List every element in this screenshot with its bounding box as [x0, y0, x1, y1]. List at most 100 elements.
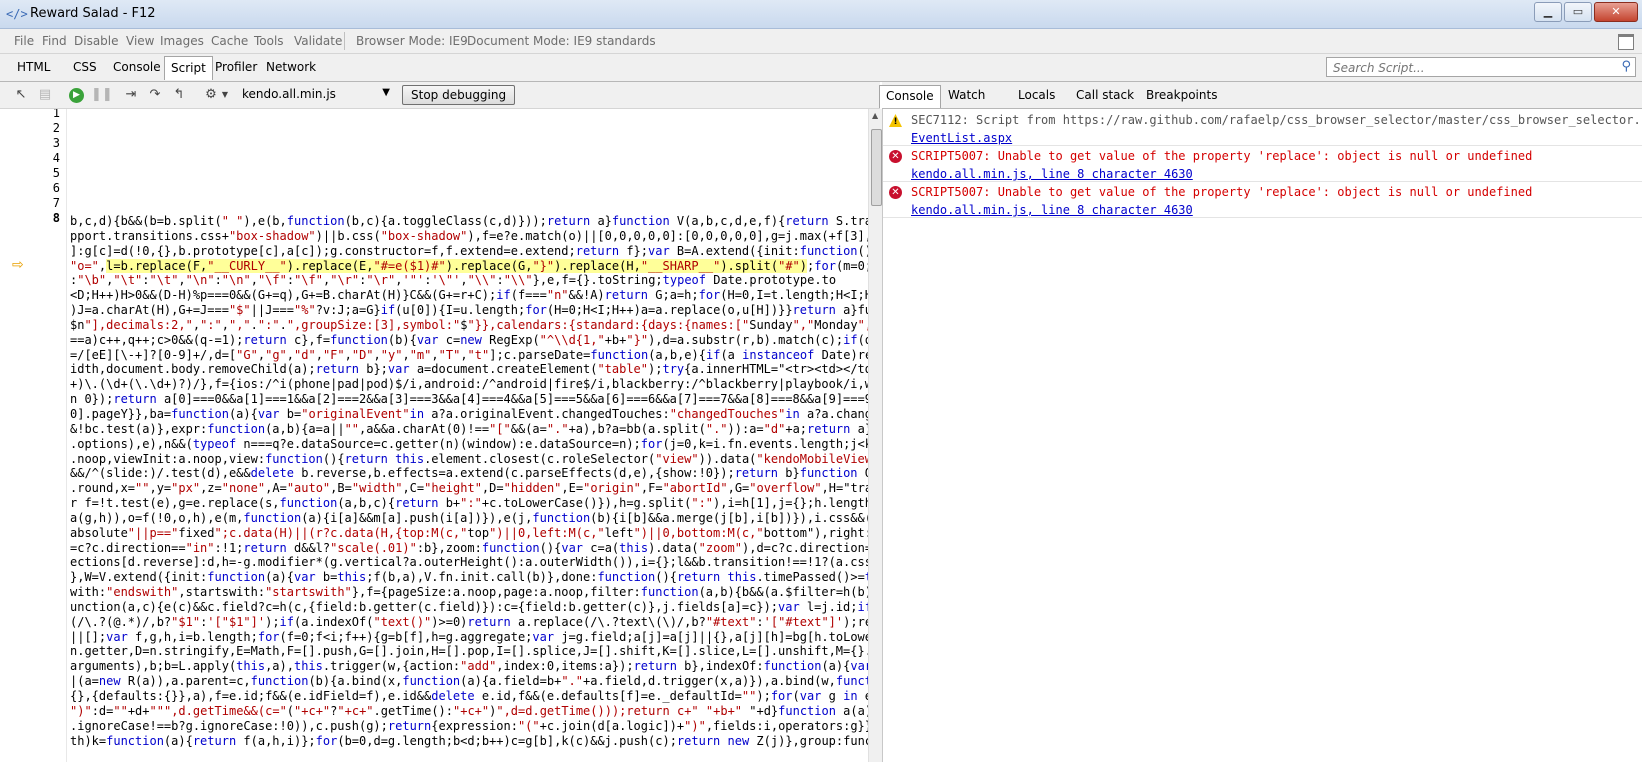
tab-breakpoints[interactable]: Breakpoints [1146, 88, 1217, 102]
code-line[interactable]: 0].pageY}},ba=function(a){var b="origina… [70, 407, 868, 422]
code-line[interactable]: =/[eE][\-+]?[0-9]+/,d=["G","g","d","F","… [70, 348, 868, 363]
code-line[interactable]: pport.transitions.css+"box-shadow")||b.c… [70, 229, 868, 244]
code-line[interactable]: .ignoreCase!==b?g.ignoreCase:!0)),c.push… [70, 719, 868, 734]
code-line[interactable]: b,c,d){b&&(b=b.split(" "),e(b,function(b… [70, 214, 868, 229]
tab-console-pane[interactable]: Console [879, 85, 941, 108]
console-message[interactable]: ✕ SCRIPT5007: Unable to get value of the… [883, 181, 1642, 218]
code-line[interactable]: ||[];var f,g,h,i=b.length;for(f=0;f<i;f+… [70, 630, 868, 645]
title-bar: </> Reward Salad - F12 ▁ ▭ ✕ [0, 0, 1642, 29]
chevron-down-icon[interactable]: ▼ [216, 86, 234, 104]
console-pane: ! SEC7112: Script from https://raw.githu… [882, 109, 1642, 762]
code-line[interactable]: $n"],decimals:2,",":",",".":".",groupSiz… [70, 318, 868, 333]
code-line[interactable]: {},{defaults:{}},a),f=e.id;f&&(e.idField… [70, 689, 868, 704]
code-line[interactable]: )J=a.charAt(H),G+=J==="$"||J==="%"?v:J;a… [70, 303, 868, 318]
code-line[interactable]: .options),e),n&&(typeof n===q?e.dataSour… [70, 437, 868, 452]
code-line[interactable]: a(g,h)),o=f(!0,o,h),e(m,function(a){i[a]… [70, 511, 868, 526]
code-line[interactable]: arguments),b;b=L.apply(this,a),this.trig… [70, 659, 868, 674]
code-line[interactable]: n 0});return a[0]===0&&a[1]===1&&a[2]===… [70, 392, 868, 407]
step-out-icon[interactable]: ↰ [170, 86, 188, 104]
code-line[interactable]: r f=!t.test(e),g=e.replace(s,function(a,… [70, 496, 868, 511]
script-editor[interactable]: 1 2 3 4 5 6 7 8 ⇨ b,c,d){b&&(b=b.split("… [0, 109, 868, 762]
tab-console[interactable]: Console [113, 60, 161, 74]
code-line[interactable]: &!bc.test(a)},expr:function(a,b){a=a||""… [70, 422, 868, 437]
console-message[interactable]: ! SEC7112: Script from https://raw.githu… [883, 109, 1642, 146]
search-script-input[interactable] [1331, 59, 1605, 77]
menu-find[interactable]: Find [42, 34, 67, 48]
error-icon: ✕ [889, 150, 902, 163]
script-file-name: kendo.all.min.js [242, 87, 336, 101]
close-button[interactable]: ✕ [1594, 2, 1638, 22]
tab-watch[interactable]: Watch [948, 88, 985, 102]
step-into-icon[interactable]: ⇥ [122, 86, 140, 104]
browser-mode-menu[interactable]: Browser Mode: IE9 [356, 34, 468, 48]
code-line[interactable]: },W=V.extend({init:function(a){var b=thi… [70, 570, 868, 585]
script-file-select[interactable]: kendo.all.min.js ▼ [242, 87, 392, 101]
console-message-text: SCRIPT5007: Unable to get value of the p… [911, 185, 1533, 199]
code-line[interactable]: :"\b","\t":"\t","\n":"\n","\f":"\f","\r"… [70, 273, 868, 288]
tab-script[interactable]: Script [164, 56, 213, 80]
scroll-up-icon[interactable]: ▲ [872, 111, 878, 120]
main-tabs: HTML CSS Console Script Profiler Network… [0, 54, 1642, 82]
menu-separator [344, 32, 345, 50]
code-line[interactable]: (/\.?(@.*)/,b?"$1":'["$1"]');if(a.indexO… [70, 615, 868, 630]
code-line[interactable]: ]:g[c]=d(!0,{},b.prototype[c],a[c]);g.co… [70, 244, 868, 259]
warning-icon: ! [889, 114, 902, 127]
continue-icon[interactable]: ▶ [69, 88, 84, 103]
menu-view[interactable]: View [126, 34, 154, 48]
search-icon[interactable]: ⚲ [1621, 59, 1631, 74]
menu-disable[interactable]: Disable [74, 34, 119, 48]
console-message-link[interactable]: kendo.all.min.js, line 8 character 4630 [911, 203, 1193, 217]
console-message-text: SCRIPT5007: Unable to get value of the p… [911, 149, 1533, 163]
select-element-icon[interactable]: ↖ [12, 86, 30, 104]
tab-call-stack[interactable]: Call stack [1076, 88, 1134, 102]
tab-html[interactable]: HTML [17, 60, 50, 74]
code-line[interactable]: ==a)c++,q++;c>0&&(q-=1);return c},f=func… [70, 333, 868, 348]
menu-validate[interactable]: Validate [294, 34, 342, 48]
tab-css[interactable]: CSS [73, 60, 97, 74]
scrollbar-thumb[interactable] [871, 129, 882, 206]
menu-cache[interactable]: Cache [211, 34, 248, 48]
code-line[interactable]: <D;H++)H>0&&(D-H)%p===0&&(G+=q),G+=B.cha… [70, 288, 868, 303]
code-line[interactable]: unction(a,c){e(c)&&c.field?c=h(c,{field:… [70, 600, 868, 615]
document-mode-menu[interactable]: Document Mode: IE9 standards [467, 34, 656, 48]
code-line[interactable]: with:"endswith",startswith:"startswith"}… [70, 585, 868, 600]
menu-tools[interactable]: Tools [254, 34, 284, 48]
line-number: 4 [52, 151, 60, 165]
pin-window-icon[interactable] [1618, 34, 1634, 50]
code-line[interactable]: "o=",l=b.replace(F,"__CURLY__").replace(… [70, 258, 868, 274]
code-line[interactable]: =c?c.direction=="in":!1;return d&&l?"sca… [70, 541, 868, 556]
code-line[interactable]: absolute"||p=="fixed";c.data(H)||(r?c.da… [70, 526, 868, 541]
code-line[interactable]: th)k=function(a){return f(a,h,i)};for(b=… [70, 734, 868, 749]
tab-profiler[interactable]: Profiler [215, 60, 257, 74]
break-all-icon[interactable]: ❚❚ [91, 86, 113, 104]
minimize-button[interactable]: ▁ [1534, 2, 1562, 22]
clear-breakpoints-icon[interactable]: ▤ [36, 86, 54, 104]
console-message-link[interactable]: EventList.aspx [911, 131, 1012, 145]
code-content[interactable]: b,c,d){b&&(b=b.split(" "),e(b,function(b… [70, 214, 868, 748]
code-line[interactable]: |(a=new R(a)),a.parent=c,function(b){a.b… [70, 674, 868, 689]
code-line[interactable]: .round,x="",y="px",z="none",A="auto",B="… [70, 481, 868, 496]
code-line[interactable]: ections[d.reverse]:d,h=-g.modifier*(g.ve… [70, 555, 868, 570]
code-line[interactable]: .noop,viewInit:a.noop,view:function(){re… [70, 452, 868, 467]
step-over-icon[interactable]: ↷ [146, 86, 164, 104]
window-title: Reward Salad - F12 [30, 6, 156, 21]
tab-network[interactable]: Network [266, 60, 316, 74]
tab-locals[interactable]: Locals [1018, 88, 1055, 102]
error-icon: ✕ [889, 186, 902, 199]
stop-debugging-button[interactable]: Stop debugging [402, 85, 516, 105]
menu-images[interactable]: Images [160, 34, 204, 48]
menu-file[interactable]: File [14, 34, 34, 48]
right-pane-tabs: Console Watch Locals Call stack Breakpoi… [879, 82, 1642, 109]
line-number-gutter[interactable]: 1 2 3 4 5 6 7 8 ⇨ [0, 109, 67, 762]
code-line[interactable]: +)\.(\d+(\.\d+)?)/},f={ios:/^i(phone|pad… [70, 377, 868, 392]
console-message[interactable]: ✕ SCRIPT5007: Unable to get value of the… [883, 145, 1642, 182]
code-line[interactable]: n.getter,D=n.stringify,E=Math,F=[].push,… [70, 644, 868, 659]
code-line[interactable]: &&/^(slide:)/.test(d),e&&delete b.revers… [70, 466, 868, 481]
dropdown-arrow-icon: ▼ [382, 87, 390, 98]
console-message-link[interactable]: kendo.all.min.js, line 8 character 4630 [911, 167, 1193, 181]
code-line[interactable]: ")":d=""+d+""",d.getTime&&(c="("+c+"?"+c… [70, 704, 868, 719]
code-line[interactable]: idth,document.body.removeChild(a);return… [70, 362, 868, 377]
editor-vertical-scrollbar[interactable]: ▲ [868, 109, 883, 762]
line-number: 5 [52, 166, 60, 180]
maximize-button[interactable]: ▭ [1564, 2, 1592, 22]
